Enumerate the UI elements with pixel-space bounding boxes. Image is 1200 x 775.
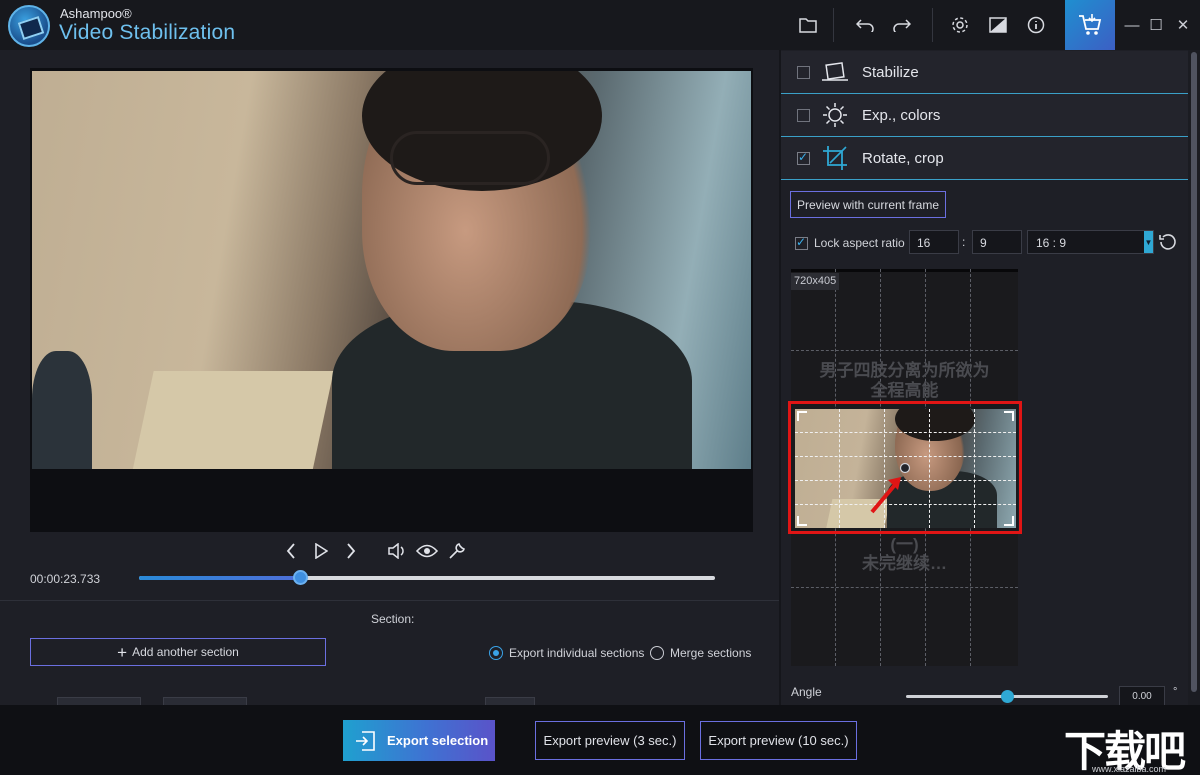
section-field[interactable] bbox=[485, 697, 535, 705]
lock-aspect-label: Lock aspect ratio bbox=[814, 236, 905, 250]
export-selection-label: Export selection bbox=[387, 733, 489, 748]
timeline-progress bbox=[139, 576, 301, 580]
toolbar-divider bbox=[833, 8, 834, 42]
watermark-url: www.xiazaiba.com bbox=[1092, 764, 1167, 774]
export-preview-10s-button[interactable]: Export preview (10 sec.) bbox=[700, 721, 857, 760]
theme-icon[interactable] bbox=[979, 0, 1017, 50]
angle-value-input[interactable]: 0.00 bbox=[1119, 686, 1165, 706]
chevron-down-icon[interactable]: ▼ bbox=[1144, 231, 1153, 253]
eye-icon[interactable] bbox=[416, 538, 438, 564]
ratio-height-input[interactable]: 9 bbox=[972, 230, 1022, 254]
exposure-section[interactable]: Exp., colors bbox=[781, 94, 1188, 137]
merge-sections-option[interactable]: Merge sections bbox=[650, 646, 751, 660]
folder-icon[interactable] bbox=[789, 0, 827, 50]
ratio-width-input[interactable]: 16 bbox=[909, 230, 959, 254]
playback-controls bbox=[280, 538, 468, 564]
angle-unit: ° bbox=[1173, 686, 1178, 698]
cart-icon[interactable] bbox=[1065, 0, 1115, 50]
rotate-crop-label: Rotate, crop bbox=[862, 150, 944, 167]
info-icon[interactable] bbox=[1017, 0, 1055, 50]
timecode: 00:00:23.733 bbox=[30, 572, 101, 586]
undo-icon[interactable] bbox=[846, 0, 884, 50]
next-frame-icon[interactable] bbox=[340, 538, 362, 564]
redo-icon[interactable] bbox=[883, 0, 921, 50]
wrench-icon[interactable] bbox=[446, 538, 468, 564]
panel-scrollbar[interactable] bbox=[1188, 50, 1200, 705]
toolbar-divider bbox=[932, 8, 933, 42]
export-icon bbox=[343, 730, 387, 752]
overlay-text-line: (一) bbox=[890, 535, 919, 554]
stabilize-section[interactable]: Stabilize bbox=[781, 51, 1188, 94]
exposure-label: Exp., colors bbox=[862, 107, 941, 124]
ratio-preset-select[interactable]: 16 : 9 ▼ bbox=[1027, 230, 1154, 254]
app-title: Video Stabilization bbox=[59, 21, 236, 44]
angle-slider-handle[interactable] bbox=[1001, 690, 1014, 703]
lock-aspect-checkbox[interactable] bbox=[795, 235, 808, 250]
title-bar: Ashampoo® Video Stabilization — ☐ ✕ bbox=[0, 0, 1200, 50]
rotate-crop-section[interactable]: Rotate, crop bbox=[781, 137, 1188, 180]
lock-aspect-ratio[interactable]: Lock aspect ratio bbox=[795, 235, 905, 250]
section-label: Section: bbox=[371, 612, 415, 626]
export-selection-button[interactable]: Export selection bbox=[343, 720, 495, 761]
add-section-button[interactable]: + Add another section bbox=[30, 638, 326, 666]
stabilize-checkbox[interactable] bbox=[797, 66, 810, 79]
video-preview[interactable] bbox=[30, 68, 753, 532]
video-frame-image bbox=[32, 71, 751, 469]
scrollbar-thumb[interactable] bbox=[1191, 52, 1197, 692]
arrow-annotation-icon bbox=[870, 462, 911, 514]
timeline-handle[interactable] bbox=[293, 570, 309, 585]
rotate-crop-checkbox[interactable] bbox=[797, 150, 810, 165]
export-preview-3s-button[interactable]: Export preview (3 sec.) bbox=[535, 721, 685, 760]
prev-frame-icon[interactable] bbox=[280, 538, 302, 564]
settings-icon[interactable] bbox=[941, 0, 979, 50]
close-icon[interactable]: ✕ bbox=[1166, 0, 1200, 50]
export-individual-radio[interactable] bbox=[489, 646, 503, 660]
angle-slider[interactable] bbox=[906, 690, 1108, 703]
add-section-label: Add another section bbox=[132, 645, 239, 659]
volume-icon[interactable] bbox=[386, 538, 408, 564]
ratio-separator: : bbox=[962, 235, 966, 249]
exposure-checkbox[interactable] bbox=[797, 109, 810, 122]
plus-icon: + bbox=[117, 642, 128, 662]
stabilize-icon bbox=[821, 58, 849, 86]
app-logo-icon bbox=[8, 5, 50, 47]
crop-icon bbox=[821, 144, 849, 172]
overlay-text-line: 全程高能 bbox=[870, 381, 939, 400]
overlay-text-line: 未完继续… bbox=[862, 554, 947, 573]
angle-label: Angle bbox=[791, 685, 822, 699]
app-window: Ashampoo® Video Stabilization — ☐ ✕ 00:0… bbox=[0, 0, 1200, 775]
watermark-logo: 下载吧 www.xiazaiba.com bbox=[1064, 716, 1200, 775]
play-icon[interactable] bbox=[310, 538, 332, 564]
stabilize-label: Stabilize bbox=[862, 64, 919, 81]
crop-dimensions: 720x405 bbox=[791, 273, 840, 290]
reset-icon[interactable] bbox=[1158, 232, 1178, 252]
brand-name: Ashampoo® bbox=[60, 6, 132, 21]
sun-icon bbox=[821, 101, 849, 129]
divider bbox=[0, 600, 779, 601]
overlay-text-line: 男子四肢分离为所欲为 bbox=[819, 361, 990, 380]
export-individual-label: Export individual sections bbox=[509, 646, 645, 660]
ratio-preset-value: 16 : 9 bbox=[1036, 236, 1067, 250]
merge-sections-radio[interactable] bbox=[650, 646, 664, 660]
preview-current-frame-button[interactable]: Preview with current frame bbox=[790, 191, 946, 218]
section-field[interactable] bbox=[57, 697, 141, 705]
export-individual-option[interactable]: Export individual sections bbox=[489, 646, 644, 660]
merge-sections-label: Merge sections bbox=[670, 646, 752, 660]
section-field[interactable] bbox=[163, 697, 247, 705]
timeline-slider[interactable] bbox=[139, 570, 715, 585]
